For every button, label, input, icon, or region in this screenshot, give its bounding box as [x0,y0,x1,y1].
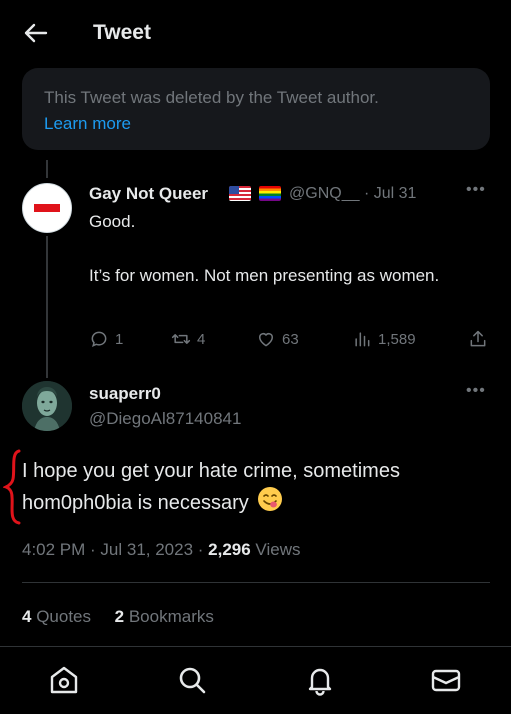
retweet-button[interactable]: 4 [171,328,205,350]
deleted-tweet-notice: This Tweet was deleted by the Tweet auth… [22,68,490,150]
quotes-link[interactable]: 4 Quotes [22,607,91,626]
deleted-notice-text: This Tweet was deleted by the Tweet auth… [44,88,379,107]
notifications-icon[interactable] [304,664,336,696]
profile-photo [22,381,72,431]
rainbow-flag-icon [259,186,281,201]
reply-button[interactable]: 1 [89,328,123,350]
views-button[interactable]: 1,589 [352,328,416,350]
divider [22,582,490,583]
reply-icon [91,331,107,347]
retweet-count: 4 [197,330,206,348]
face-savoring-food-emoji [257,486,283,521]
more-options-icon[interactable]: ••• [466,181,486,199]
thread-connector-top [46,160,48,178]
tweet-text: I hope you get your hate crime, sometime… [22,456,482,521]
reply-count: 1 [115,330,124,348]
learn-more-link[interactable]: Learn more [44,114,131,134]
messages-icon[interactable] [430,664,462,696]
bottom-navigation [0,647,511,714]
analytics-icon [355,332,370,347]
tweet-timestamp-views: 4:02 PM · Jul 31, 2023 · 2,296 Views [22,540,301,559]
us-flag-icon [229,186,251,201]
thread-connector [46,236,48,378]
heart-icon [259,333,273,347]
no-entry-symbol [34,204,60,212]
author-name[interactable]: Gay Not Queer [89,184,208,204]
author-handle-and-date[interactable]: @GNQ__ · Jul 31 [289,185,416,203]
avatar-gnq[interactable] [22,183,72,233]
like-count: 63 [282,330,299,348]
author-handle[interactable]: @DiegoAl87140841 [89,409,241,429]
share-icon [470,330,486,347]
more-options-icon[interactable]: ••• [466,382,486,400]
retweet-icon [171,334,191,344]
engagement-stats: 4 Quotes 2 Bookmarks [22,607,214,627]
home-icon[interactable] [48,664,80,696]
like-button[interactable]: 63 [256,328,299,350]
top-bar: Tweet [0,0,511,66]
bookmarks-link[interactable]: 2 Bookmarks [115,607,214,626]
view-count: 2,296 [208,540,251,559]
avatar-suaperr0[interactable] [22,381,72,431]
share-button[interactable] [468,328,494,350]
back-arrow-icon[interactable] [22,22,48,44]
tweet-text-line2: It’s for women. Not men presenting as wo… [89,266,440,285]
page-title: Tweet [93,21,151,44]
author-name[interactable]: suaperr0 [89,384,161,404]
views-count: 1,589 [378,330,416,348]
tweet-text-line1: Good. [89,212,136,231]
search-icon[interactable] [176,664,208,696]
